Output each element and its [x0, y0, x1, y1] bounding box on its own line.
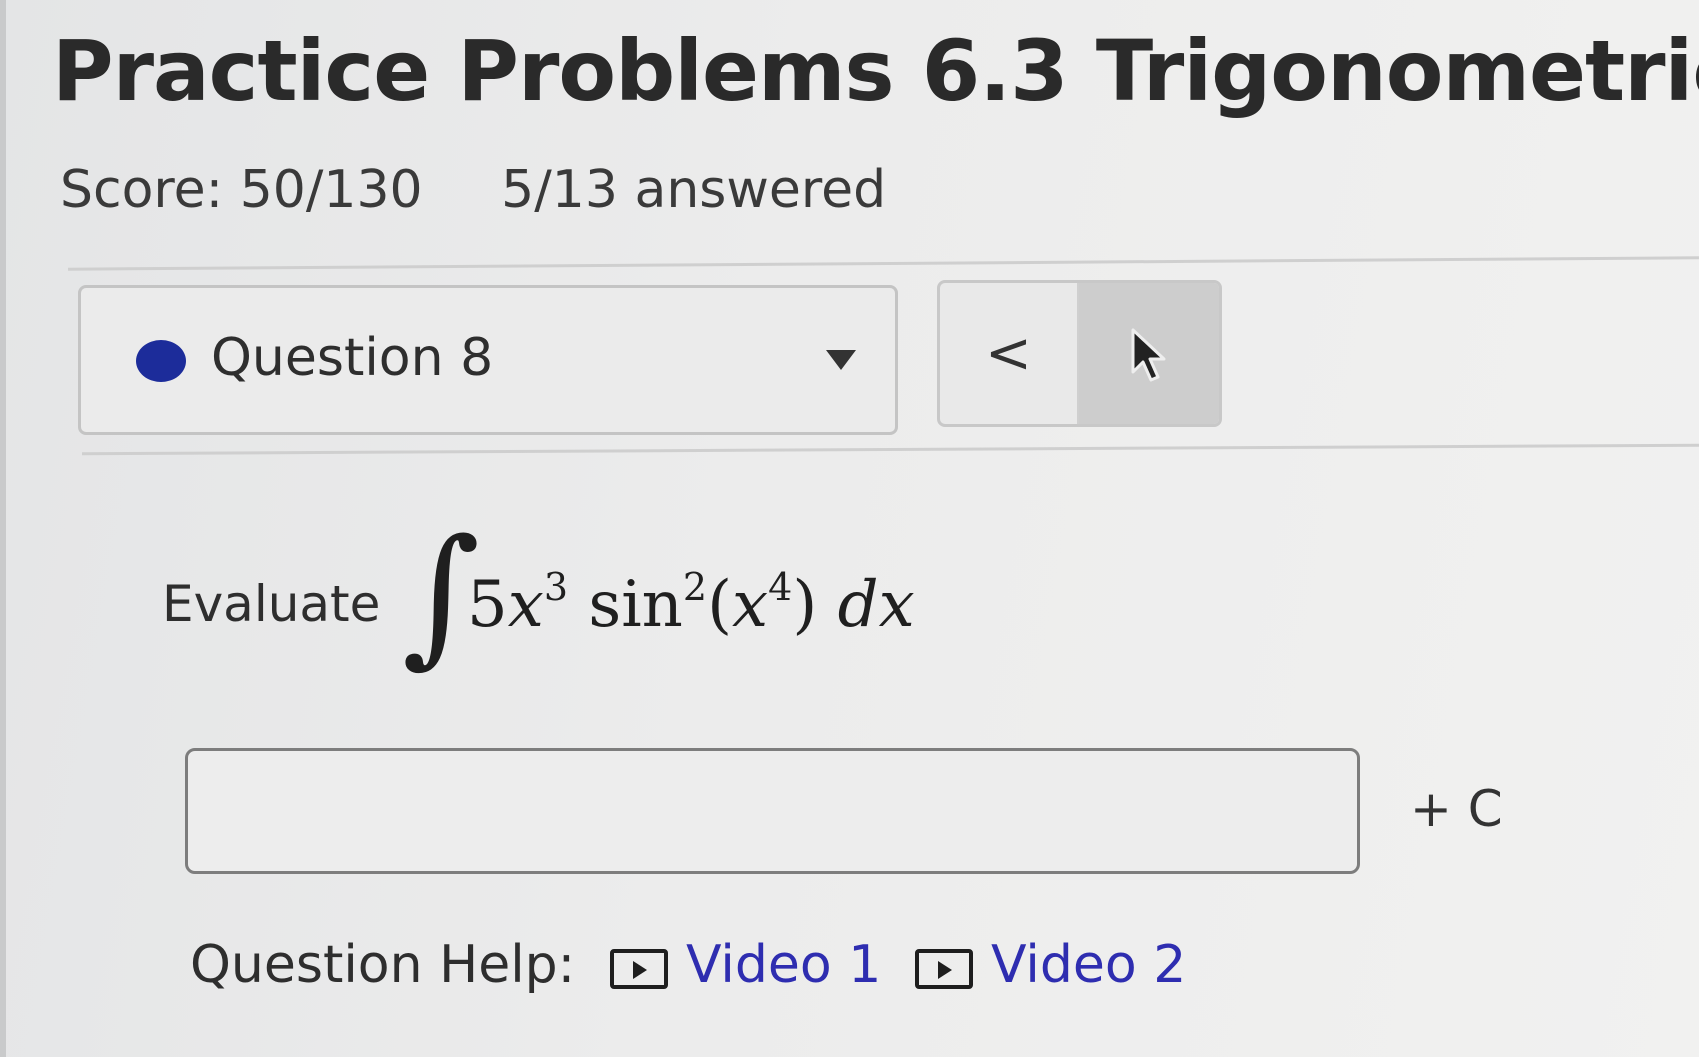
inner-variable: x: [732, 568, 769, 642]
function-exponent: 2: [682, 565, 708, 609]
inner-exponent: 4: [768, 565, 793, 609]
divider-top: [68, 256, 1699, 271]
close-paren: ): [792, 568, 818, 642]
play-icon: [915, 949, 973, 989]
previous-question-button[interactable]: <: [940, 283, 1079, 424]
differential: dx: [837, 568, 915, 642]
play-icon: [610, 949, 668, 989]
question-nav-buttons: <: [937, 280, 1222, 427]
video-2-label: Video 2: [991, 935, 1187, 995]
page-title: Practice Problems 6.3 Trigonometric I: [52, 22, 1699, 120]
window-edge: [0, 0, 6, 1057]
question-help-label: Question Help:: [190, 935, 576, 995]
constant-suffix: + C: [1410, 780, 1503, 838]
chevron-down-icon[interactable]: [826, 350, 856, 370]
question-selector[interactable]: Question 8: [78, 285, 898, 435]
mouse-cursor-icon: [1131, 328, 1166, 382]
video-1-link[interactable]: Video 1: [610, 935, 881, 995]
video-2-link[interactable]: Video 2: [915, 935, 1186, 995]
integrand: 5x3 sin2(x4) dx: [467, 565, 915, 642]
exponent-1: 3: [543, 565, 568, 609]
prompt-text: Evaluate: [162, 575, 381, 633]
answered-count: 5/13 answered: [501, 160, 887, 220]
score-text: Score: 50/130: [60, 160, 423, 220]
video-1-label: Video 1: [686, 935, 882, 995]
divider-bottom: [82, 443, 1699, 456]
variable: x: [507, 568, 544, 642]
answer-input[interactable]: [185, 748, 1360, 874]
next-question-button[interactable]: [1079, 283, 1219, 424]
score-summary: Score: 50/130 5/13 answered: [60, 160, 886, 220]
question-status-dot: [136, 340, 186, 382]
coefficient: 5: [467, 568, 508, 642]
question-selector-label: Question 8: [211, 328, 494, 388]
function-name: sin: [588, 568, 683, 642]
open-paren: (: [707, 568, 733, 642]
